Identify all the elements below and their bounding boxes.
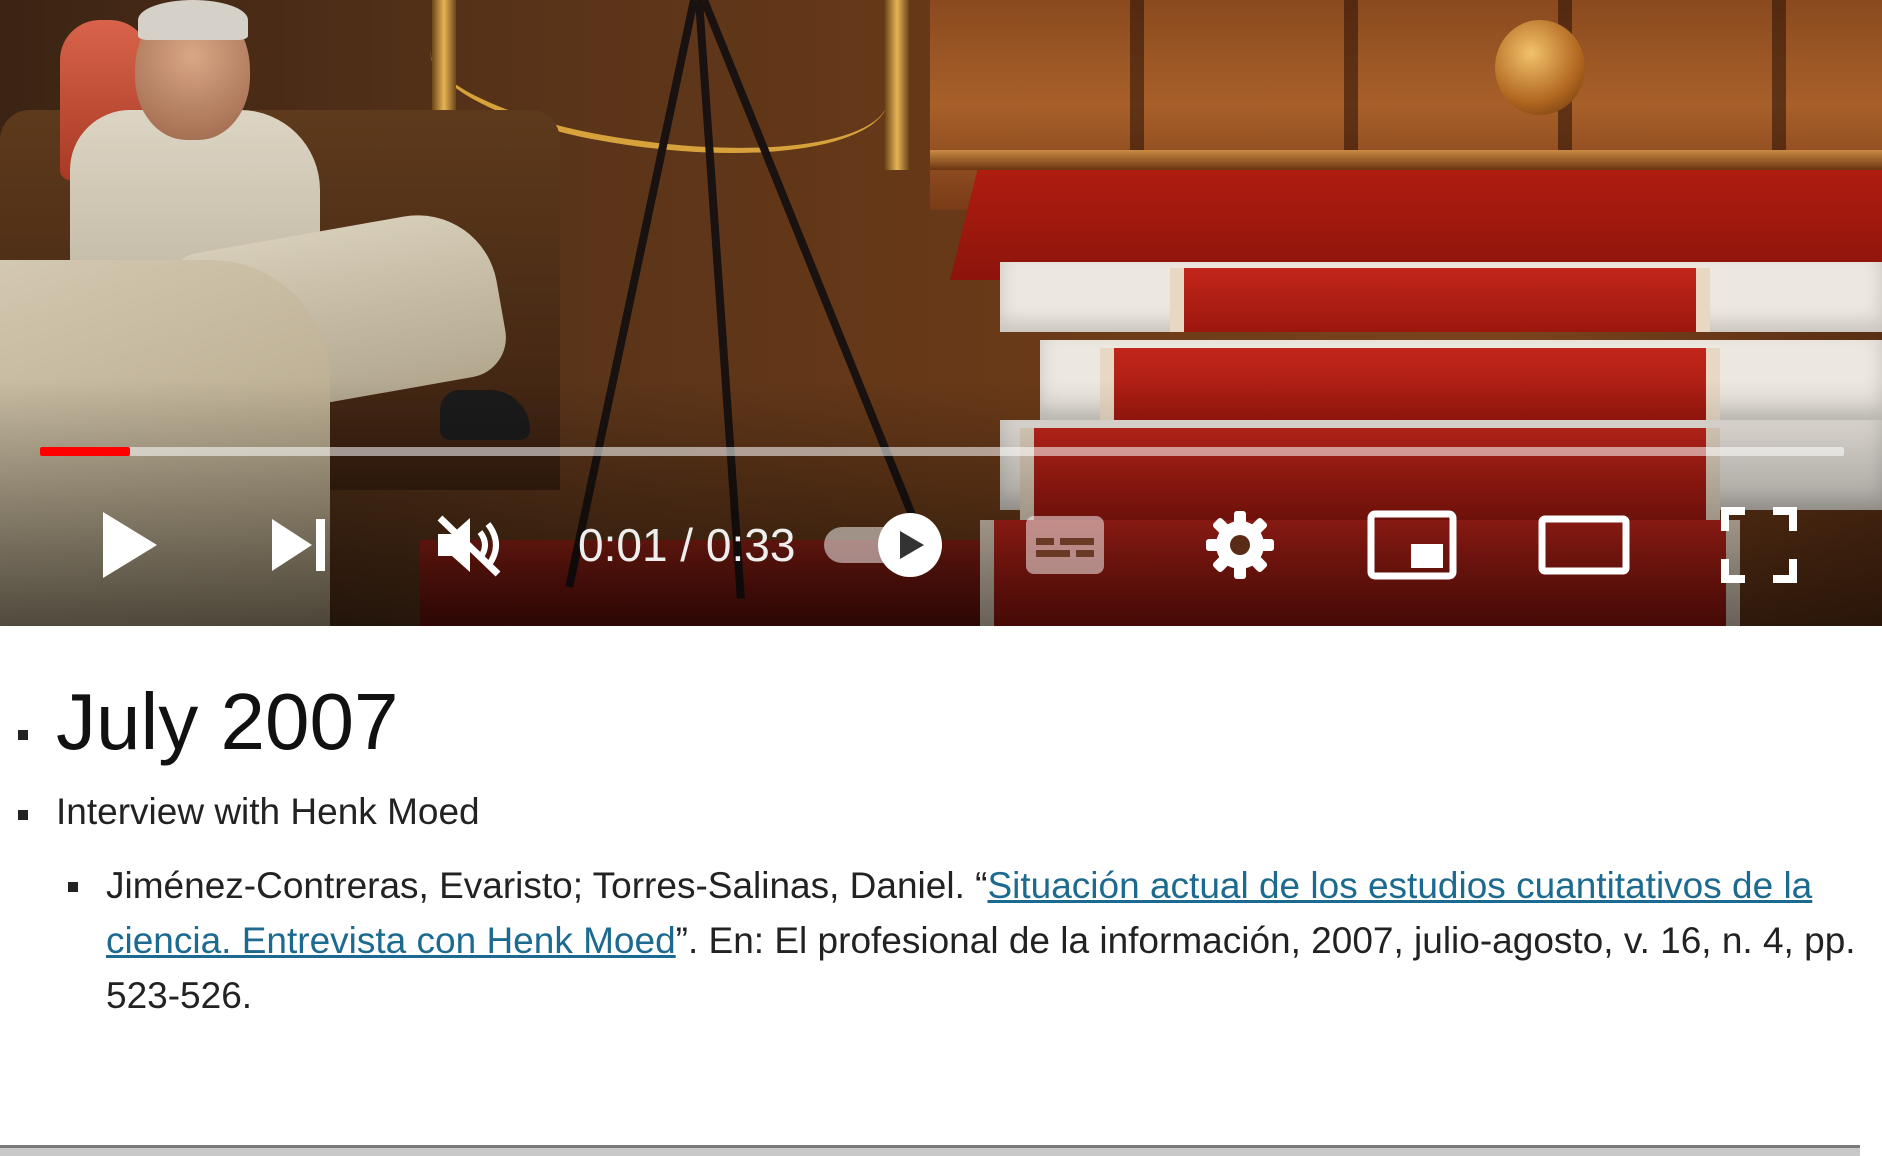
next-button[interactable] [260,490,340,600]
article-content: July 2007 Interview with Henk Moed Jimén… [0,626,1882,1156]
page-divider [0,1145,1860,1156]
theater-mode-icon [1538,515,1630,575]
skip-next-icon [272,519,325,571]
list-item: Interview with Henk Moed [56,791,480,832]
time-display: 0:01 / 0:33 [578,519,796,571]
seated-man-hair [138,0,248,40]
list-bullet [18,810,28,820]
player-controls: 0:01 / 0:33 [0,490,1882,600]
gear-icon [1206,511,1274,579]
closed-captions-icon [1026,516,1104,574]
video-player[interactable]: 0:01 / 0:33 [0,0,1882,626]
citation-authors: Jiménez-Contreras, Evaristo; Torres-Sali… [106,865,988,906]
list-bullet [18,730,28,740]
wall-trim [930,150,1882,170]
theater-mode-button[interactable] [1536,490,1632,600]
captions-button[interactable] [1020,490,1110,600]
carpet-runner [1170,268,1710,332]
fullscreen-button[interactable] [1714,490,1804,600]
list-bullet [68,882,78,892]
miniplayer-button[interactable] [1364,490,1460,600]
miniplayer-icon [1367,510,1457,580]
wall-medallion [1495,20,1585,115]
brass-post [432,0,456,120]
autoplay-toggle-icon [824,513,942,577]
progress-bar[interactable] [40,447,1844,456]
mute-button[interactable] [430,490,510,600]
section-heading: July 2007 [56,677,399,766]
citation: Jiménez-Contreras, Evaristo; Torres-Sali… [106,858,1866,1023]
settings-button[interactable] [1196,490,1284,600]
fullscreen-icon [1721,507,1797,583]
play-button[interactable] [90,490,170,600]
volume-muted-icon [437,515,501,577]
autoplay-toggle[interactable] [820,490,950,600]
play-icon [103,512,157,578]
brass-post [885,0,909,170]
progress-played [40,447,131,456]
